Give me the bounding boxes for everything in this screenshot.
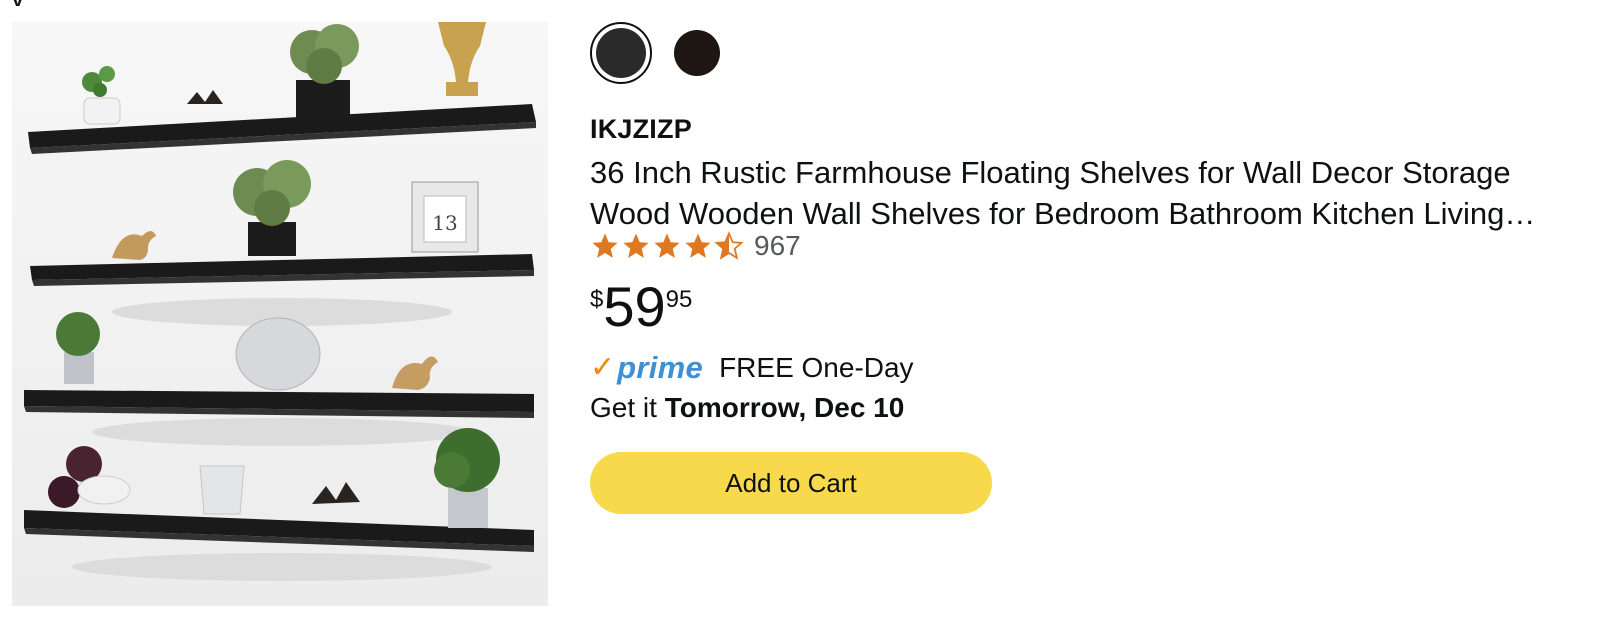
brand-name: IKJZIZP <box>590 114 692 144</box>
prime-logo: ✓ prime <box>590 350 703 386</box>
rating-count: 967 <box>754 230 801 261</box>
previous-item-title-fragment: y <box>0 0 200 6</box>
product-title-link[interactable]: 36 Inch Rustic Farmhouse Floating Shelve… <box>590 152 1590 234</box>
star-full-icon <box>623 233 649 258</box>
price-whole: 59 <box>603 275 666 338</box>
product-image[interactable]: 13 <box>12 22 548 606</box>
rating-summary[interactable]: 967 <box>590 230 801 262</box>
shelves-illustration: 13 <box>12 22 548 606</box>
star-full-icon <box>685 233 711 258</box>
product-title-line-1: 36 Inch Rustic Farmhouse Floating Shelve… <box>590 155 1511 190</box>
delivery-prefix: Get it <box>590 392 665 423</box>
prime-wordmark: prime <box>617 350 704 385</box>
swatch-color-dot <box>596 28 646 78</box>
add-to-cart-button[interactable]: Add to Cart <box>590 452 992 514</box>
price: $ 59 95 <box>590 276 692 338</box>
svg-text:13: 13 <box>432 211 457 235</box>
swatch-charcoal-selected[interactable] <box>590 22 652 84</box>
delivery-date: Tomorrow, Dec 10 <box>664 392 905 423</box>
prime-delivery-row: ✓ prime FREE One-Day <box>590 350 914 386</box>
prime-shipping-text: FREE One-Day <box>719 352 914 383</box>
price-fraction: 95 <box>665 286 693 313</box>
prime-check-icon: ✓ <box>590 351 616 384</box>
star-full-icon <box>654 233 680 258</box>
price-currency-symbol: $ <box>590 286 604 313</box>
color-swatches <box>590 22 720 84</box>
delivery-estimate: Get it Tomorrow, Dec 10 <box>590 392 904 424</box>
product-title-line-2: Wood Wooden Wall Shelves for Bedroom Bat… <box>590 196 1536 231</box>
star-full-icon <box>592 233 618 258</box>
star-half-icon <box>714 231 744 260</box>
star-rating <box>590 231 744 261</box>
swatch-espresso[interactable] <box>674 30 720 76</box>
swatch-color-dot <box>674 30 720 76</box>
